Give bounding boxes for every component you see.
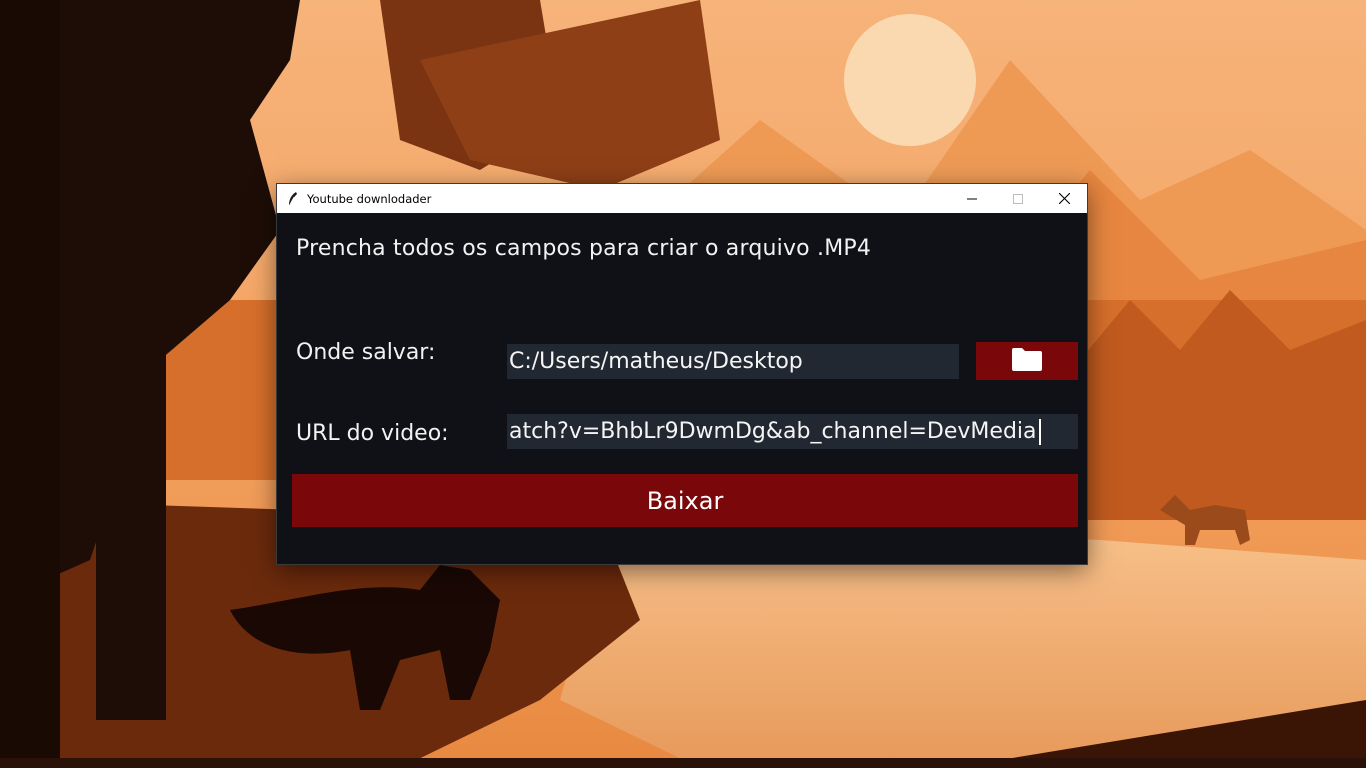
minimize-button[interactable]: [949, 184, 995, 213]
maximize-icon: [1013, 189, 1023, 208]
page-heading: Prencha todos os campos para criar o arq…: [296, 236, 872, 261]
feather-icon: [287, 191, 299, 206]
video-url-value: atch?v=BhbLr9DwmDg&ab_channel=DevMedia: [509, 419, 1037, 444]
save-path-value: C:/Users/matheus/Desktop: [509, 349, 803, 374]
window-controls: [949, 184, 1087, 213]
save-path-input[interactable]: C:/Users/matheus/Desktop: [507, 344, 959, 379]
close-button[interactable]: [1041, 184, 1087, 213]
browse-folder-button[interactable]: [976, 342, 1078, 380]
video-url-label: URL do video:: [296, 421, 449, 446]
video-url-input[interactable]: atch?v=BhbLr9DwmDg&ab_channel=DevMedia: [507, 414, 1078, 449]
window-title: Youtube downlodader: [307, 191, 432, 206]
app-window: Youtube downlodader Prencha todos os cam…: [277, 184, 1087, 564]
folder-icon: [1011, 346, 1043, 376]
save-location-label: Onde salvar:: [296, 340, 436, 365]
download-button[interactable]: Baixar: [292, 474, 1078, 527]
window-titlebar[interactable]: Youtube downlodader: [277, 184, 1087, 213]
maximize-button[interactable]: [995, 184, 1041, 213]
minimize-icon: [967, 189, 977, 208]
close-icon: [1058, 189, 1070, 208]
text-caret: [1038, 419, 1041, 445]
